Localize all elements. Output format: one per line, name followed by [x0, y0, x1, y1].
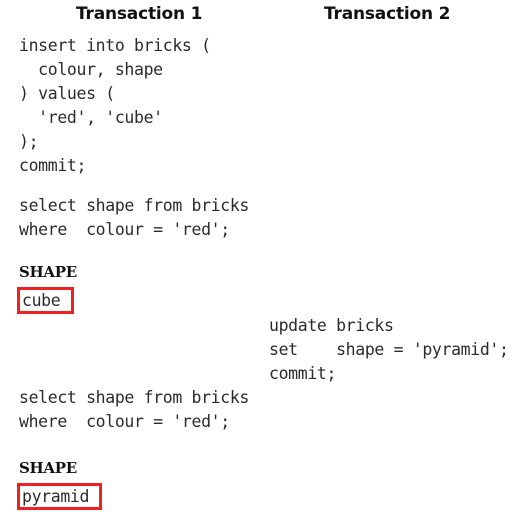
column-header-transaction-2: Transaction 2	[324, 4, 451, 24]
sql-statement-select-first: select shape from bricks where colour = …	[19, 196, 250, 239]
result-column-header-shape-second: SHAPE	[19, 459, 77, 477]
result-value-cube: cube	[17, 287, 74, 314]
sql-statement-select-second: select shape from bricks where colour = …	[19, 388, 250, 431]
column-header-transaction-1: Transaction 1	[76, 4, 203, 24]
sql-statement-update: update bricks set shape = 'pyramid'; com…	[269, 316, 509, 383]
sql-statement-insert: insert into bricks ( colour, shape ) val…	[19, 36, 211, 175]
result-column-header-shape-first: SHAPE	[19, 263, 77, 281]
transaction-timeline-diagram: Transaction 1 Transaction 2 insert into …	[0, 0, 526, 515]
result-value-pyramid: pyramid	[17, 483, 102, 510]
